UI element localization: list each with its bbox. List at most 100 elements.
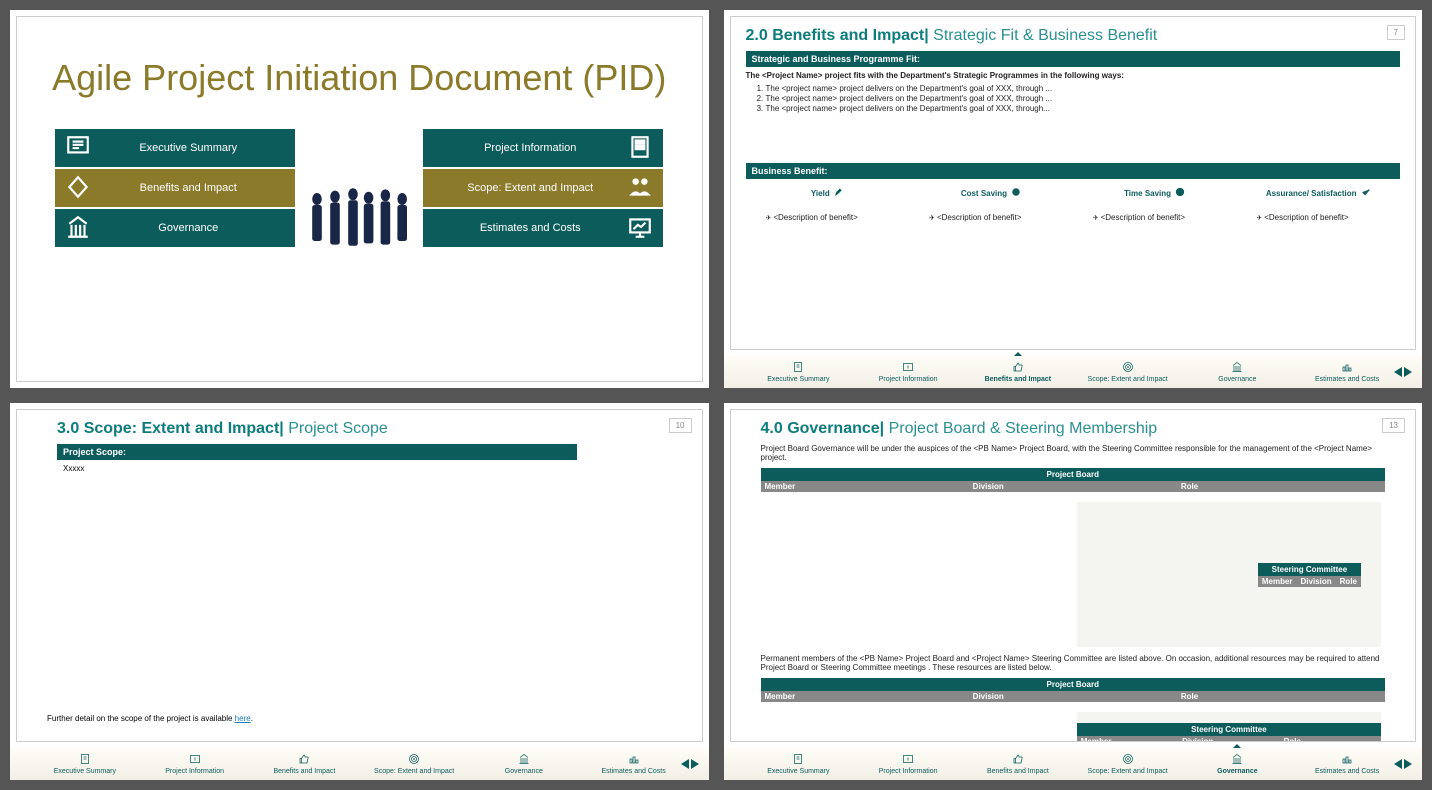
doc-icon [792,753,804,767]
bars-icon [1341,753,1353,767]
target-icon [1122,753,1134,767]
nav-item-estimates-and-costs[interactable]: Estimates and Costs [1292,361,1402,383]
benefit-desc: <Description of benefit> [1073,213,1237,222]
thumb-icon [1012,753,1024,767]
target-icon [408,753,420,767]
governance-intro: Project Board Governance will be under t… [761,444,1386,462]
nav-item-project-information[interactable]: Project Information [140,753,250,775]
doc-icon [792,361,804,375]
nav-item-project-information[interactable]: Project Information [853,753,963,775]
doc-icon [79,753,91,767]
nav-item-benefits-and-impact[interactable]: Benefits and Impact [963,753,1073,775]
nav-item-governance[interactable]: Governance [469,753,579,775]
nav-item-scope-extent-and-impact[interactable]: Scope: Extent and Impact [1073,753,1183,775]
nav-item-estimates-and-costs[interactable]: Estimates and Costs [579,753,689,775]
nav-item-estimates-and-costs[interactable]: Estimates and Costs [1292,753,1402,775]
slide-title: Agile Project Initiation Document (PID) … [10,10,709,388]
table-row: Steering CommitteeMemberDivisionRole [1246,542,1365,643]
governance-table: Project BoardMemberDivisionRole Steering… [761,678,1386,743]
benefit-desc: <Description of benefit> [909,213,1073,222]
nav-next-icon[interactable] [691,759,699,769]
table-row [1285,597,1357,641]
info-icon [902,361,914,375]
section-heading: 2.0 Benefits and Impact| Strategic Fit &… [746,27,1401,45]
fit-item: The <project name> project delivers on t… [766,84,1401,93]
nav-item-governance[interactable]: Governance [1183,361,1293,383]
scope-text: Xxxxx [57,460,662,477]
benefit-desc: <Description of benefit> [1236,213,1400,222]
nav-item-benefits-and-impact[interactable]: Benefits and Impact [963,361,1073,383]
info-icon [902,753,914,767]
slide-benefits: 7 2.0 Benefits and Impact| Strategic Fit… [724,10,1423,388]
chart-icon [627,214,653,243]
benefit-col-cost-saving: Cost Saving [909,187,1073,199]
slide-scope: 10 3.0 Scope: Extent and Impact| Project… [10,403,709,781]
people-silhouette-icon [299,187,419,247]
bars-icon [1341,361,1353,375]
pen-icon [834,187,844,199]
governance-table: Project BoardMemberDivisionRole Steering… [761,468,1386,648]
table-row: Steering CommitteeMemberDivisionRole [761,492,1386,648]
nav-prev-icon[interactable] [1394,759,1402,769]
thumb-icon [298,753,310,767]
building-icon [65,214,91,243]
nav-bar-scope-extent-and-impact[interactable]: Scope: Extent and Impact [423,169,663,207]
benefit-col-time-saving: Time Saving [1073,187,1237,199]
benefit-desc: <Description of benefit> [746,213,910,222]
building-icon [1231,753,1243,767]
nav-bar-governance[interactable]: Governance [55,209,295,247]
table-row: Steering CommitteeMemberDivisionRole [1210,512,1377,646]
bars-icon [628,753,640,767]
clock-icon [1175,187,1185,199]
scope-footer: Further detail on the scope of the proje… [47,714,253,723]
diamond-icon [65,174,91,203]
nav-item-scope-extent-and-impact[interactable]: Scope: Extent and Impact [359,753,469,775]
slide-governance: 13 4.0 Governance| Project Board & Steer… [724,403,1423,781]
info-icon [189,753,201,767]
nav-item-governance[interactable]: Governance [1183,753,1293,775]
nav-item-project-information[interactable]: Project Information [853,361,963,383]
section-heading: 3.0 Scope: Extent and Impact| Project Sc… [57,420,687,438]
nav-bar-benefits-and-impact[interactable]: Benefits and Impact [55,169,295,207]
page-number: 10 [669,418,692,433]
thumb-icon [1012,361,1024,375]
nav-bar-project-information[interactable]: Project Information [423,129,663,167]
nav-next-icon[interactable] [1404,759,1412,769]
governance-table: Steering CommitteeMemberDivisionRole [1258,563,1361,642]
fit-item: The <project name> project delivers on t… [766,104,1401,113]
nav-bar-estimates-and-costs[interactable]: Estimates and Costs [423,209,663,247]
building-icon [518,753,530,767]
nav-next-icon[interactable] [1404,367,1412,377]
page-number: 13 [1382,418,1405,433]
fit-item: The <project name> project delivers on t… [766,94,1401,103]
strategic-intro: The <Project Name> project fits with the… [746,71,1401,80]
nav-item-executive-summary[interactable]: Executive Summary [744,361,854,383]
table-row: Steering CommitteeMemberDivisionRole [1077,502,1381,647]
table-row: Steering CommitteeMemberDivisionRole [761,702,1386,743]
nav-item-scope-extent-and-impact[interactable]: Scope: Extent and Impact [1073,361,1183,383]
table-row [1258,552,1361,563]
page-number: 7 [1387,25,1405,40]
office-icon [627,134,653,163]
nav-bar-executive-summary[interactable]: Executive Summary [55,129,295,167]
project-scope-bar: Project Scope: [57,444,577,460]
people-icon [627,174,653,203]
table-row: Steering CommitteeMemberDivisionRole [1234,532,1369,644]
nav-prev-icon[interactable] [681,759,689,769]
nav-prev-icon[interactable] [1394,367,1402,377]
strategic-fit-list: The <project name> project delivers on t… [766,84,1401,113]
table-row [1309,617,1349,639]
strategic-fit-bar: Strategic and Business Programme Fit: [746,51,1401,67]
nav-item-executive-summary[interactable]: Executive Summary [744,753,854,775]
table-row [1258,587,1361,642]
governance-mid: Permanent members of the <PB Name> Proje… [761,654,1386,672]
benefit-col-yield: Yield [746,187,910,199]
table-row [1077,712,1381,723]
scope-here-link[interactable]: here [235,714,251,723]
benefit-col-assurance-satisfaction: Assurance/ Satisfaction [1236,187,1400,199]
target-icon [1122,361,1134,375]
table-row [1321,627,1345,638]
page-title: Agile Project Initiation Document (PID) [32,57,687,99]
nav-item-benefits-and-impact[interactable]: Benefits and Impact [250,753,360,775]
nav-item-executive-summary[interactable]: Executive Summary [30,753,140,775]
